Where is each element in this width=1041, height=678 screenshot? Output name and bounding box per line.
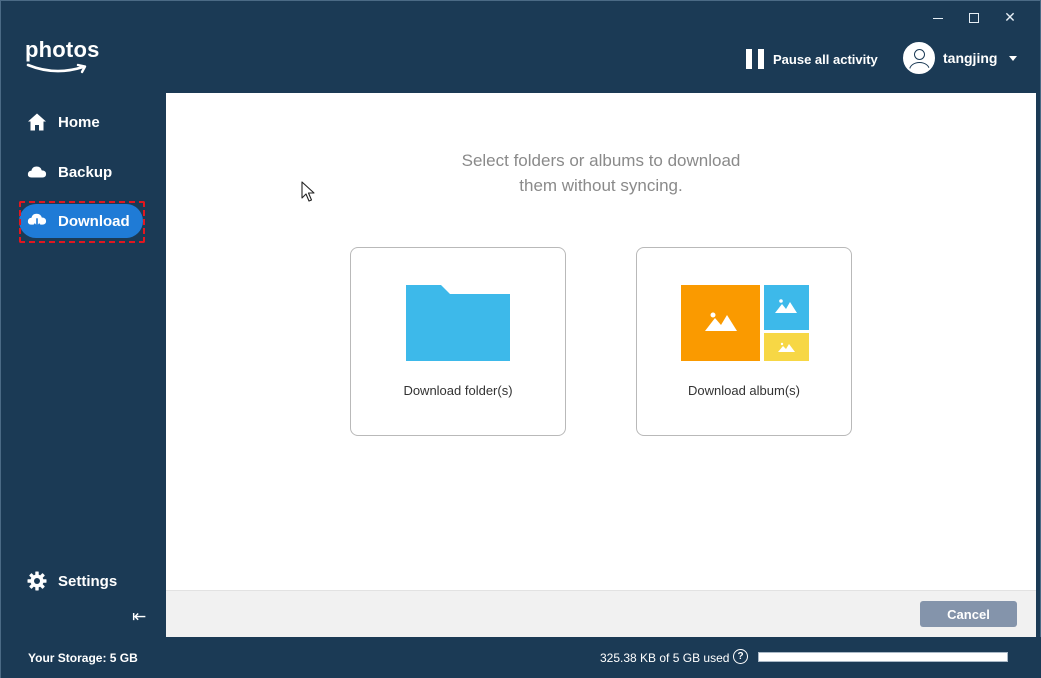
download-album-card[interactable]: Download album(s) [636,247,852,436]
minimize-icon [933,17,943,19]
maximize-button[interactable] [956,7,992,29]
card-label: Download folder(s) [403,383,513,398]
user-name: tangjing [943,50,998,66]
heading-line: them without syncing. [519,176,683,195]
panel-footer: Cancel [166,590,1036,637]
logo-text: photos [25,37,100,62]
cloud-icon [27,162,47,182]
card-label: Download album(s) [688,383,800,398]
page-heading: Select folders or albums to download the… [166,148,1036,198]
window-controls: ✕ [920,7,1028,29]
pause-icon [746,49,764,69]
download-panel: Select folders or albums to download the… [166,93,1036,637]
maximize-icon [969,13,979,23]
app-window: ✕ photos Pause all activity tangjing Hom… [0,0,1041,678]
pause-all-button[interactable]: Pause all activity [746,49,878,69]
sidebar-item-home[interactable]: Home [19,105,100,139]
sidebar-item-backup[interactable]: Backup [19,155,112,189]
album-icon [681,285,809,361]
heading-line: Select folders or albums to download [461,151,741,170]
user-menu[interactable]: tangjing [903,42,1018,74]
download-folder-card[interactable]: Download folder(s) [350,247,566,436]
minimize-button[interactable] [920,7,956,29]
pause-label: Pause all activity [773,51,878,67]
sidebar-item-settings[interactable]: Settings [19,564,117,598]
sidebar-item-label: Backup [58,163,113,181]
storage-progress-fill [759,653,1007,661]
download-highlight-box [19,201,145,243]
sidebar-item-label: Home [58,113,100,131]
storage-progress-bar [758,652,1008,662]
chevron-down-icon [1009,55,1018,61]
help-icon[interactable]: ? [733,649,748,664]
storage-used: 325.38 KB of 5 GB used [600,651,730,665]
mouse-cursor-icon [301,181,315,202]
sidebar: Home Backup Download Settings ⇤ [1,87,165,637]
home-icon [27,112,47,132]
close-button[interactable]: ✕ [992,7,1028,29]
cancel-button[interactable]: Cancel [920,601,1017,627]
storage-label: Your Storage: 5 GB [28,651,138,665]
folder-icon [406,285,510,361]
avatar [903,42,935,74]
close-icon: ✕ [1004,10,1016,26]
status-bar: Your Storage: 5 GB 325.38 KB of 5 GB use… [1,637,1041,678]
collapse-sidebar-icon[interactable]: ⇤ [132,607,146,627]
gear-icon [27,571,47,591]
sidebar-item-label: Settings [58,572,118,590]
app-logo: photos [25,39,100,76]
smile-icon [26,63,87,74]
